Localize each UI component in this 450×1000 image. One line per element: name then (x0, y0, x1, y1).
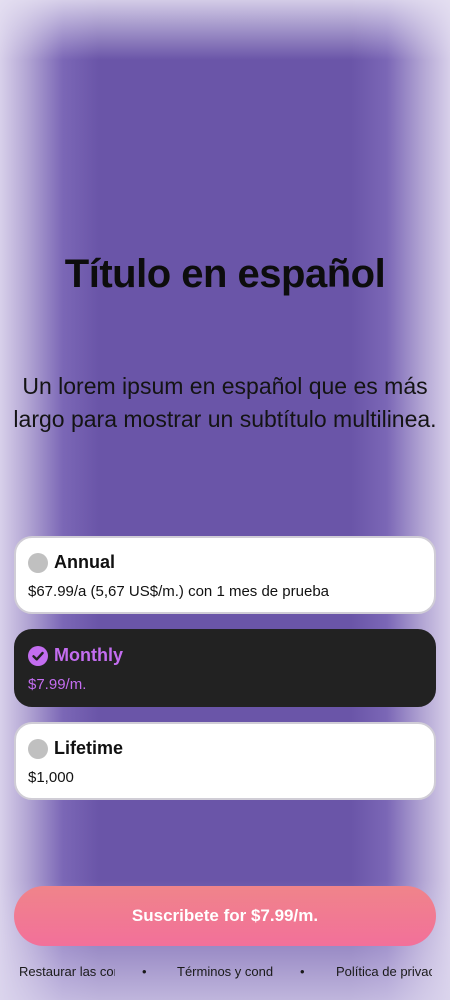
plan-card-lifetime[interactable]: Lifetime $1,000 (14, 722, 436, 800)
plan-card-monthly[interactable]: Monthly $7.99/m. (14, 629, 436, 707)
plan-price: $7.99/m. (28, 676, 87, 693)
terms-link[interactable]: Términos y condiciones (177, 964, 273, 979)
page-title: Título en español (64, 252, 386, 296)
plan-card-annual[interactable]: Annual $67.99/a (5,67 US$/m.) con 1 mes … (14, 536, 436, 614)
footer-links: Restaurar las compras • Términos y condi… (0, 964, 450, 984)
footer-separator: • (142, 964, 147, 979)
privacy-link[interactable]: Política de privacidad (336, 964, 432, 979)
check-circle-icon (28, 646, 48, 666)
plan-price: $67.99/a (5,67 US$/m.) con 1 mes de prue… (28, 583, 330, 600)
subscribe-button-label: Suscribete for $7.99/m. (131, 906, 319, 925)
page-subtitle: Un lorem ipsum en español que es más lar… (13, 373, 437, 432)
paywall-screen: Título en español Un lorem ipsum en espa… (0, 0, 450, 1000)
plan-price: $1,000 (28, 769, 74, 786)
footer-separator: • (300, 964, 305, 979)
plan-name: Monthly (54, 645, 123, 665)
subscribe-button[interactable]: Suscribete for $7.99/m. (14, 886, 436, 946)
empty-circle-icon (28, 553, 48, 573)
empty-circle-icon (28, 739, 48, 759)
plan-name: Annual (54, 552, 115, 572)
restore-purchases-link[interactable]: Restaurar las compras (19, 964, 115, 979)
plan-name: Lifetime (54, 738, 124, 758)
